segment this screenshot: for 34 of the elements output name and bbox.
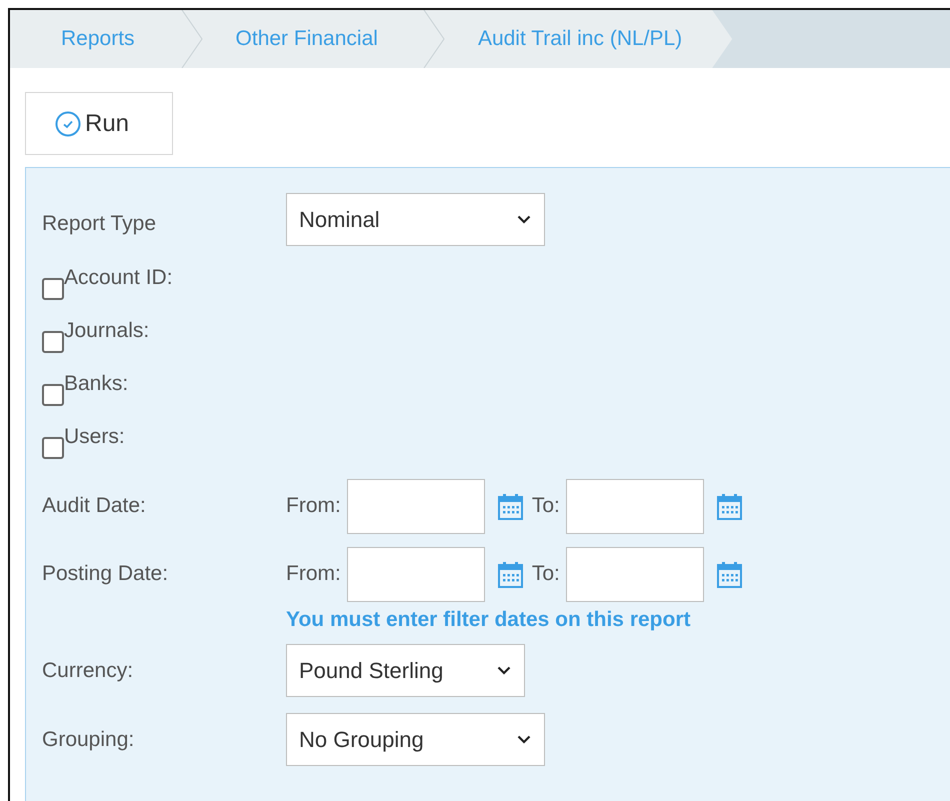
calendar-icon[interactable] <box>716 560 742 588</box>
caret-icon <box>517 215 531 224</box>
field-label: Report Type <box>42 210 158 236</box>
field-label: Currency: <box>42 658 134 682</box>
date-input[interactable] <box>566 478 704 534</box>
checkbox-label: Users: <box>64 425 125 449</box>
calendar-icon[interactable] <box>498 560 523 588</box>
date-input[interactable] <box>346 478 485 534</box>
field-label: Audit Date: <box>42 494 147 518</box>
checkbox[interactable] <box>42 384 64 406</box>
checkbox-label: Banks: <box>64 372 128 396</box>
date-input[interactable] <box>346 546 485 602</box>
date-input[interactable] <box>566 546 704 602</box>
run-button[interactable]: Run <box>25 92 173 155</box>
caret-icon <box>497 666 511 675</box>
checkbox[interactable] <box>42 331 64 353</box>
caret-icon <box>517 735 531 744</box>
calendar-icon[interactable] <box>716 492 742 520</box>
check-circle-icon <box>55 110 81 136</box>
field-label: Posting Date: <box>42 562 170 586</box>
from-label: From: <box>286 494 341 518</box>
checkbox[interactable] <box>42 437 64 459</box>
checkbox[interactable] <box>42 278 64 300</box>
calendar-icon[interactable] <box>498 492 523 520</box>
report-type-select[interactable]: Nominal <box>286 193 545 246</box>
warning-message: You must enter filter dates on this report <box>286 608 692 632</box>
from-label: From: <box>286 562 341 586</box>
to-label: To: <box>532 562 560 586</box>
field-label: Grouping: <box>42 728 136 752</box>
dropdown-select[interactable]: Pound Sterling <box>286 644 525 697</box>
checkbox-label: Journals: <box>64 319 150 343</box>
to-label: To: <box>532 494 560 518</box>
dropdown-select[interactable]: No Grouping <box>286 713 545 766</box>
checkbox-label: Account ID: <box>64 266 173 290</box>
